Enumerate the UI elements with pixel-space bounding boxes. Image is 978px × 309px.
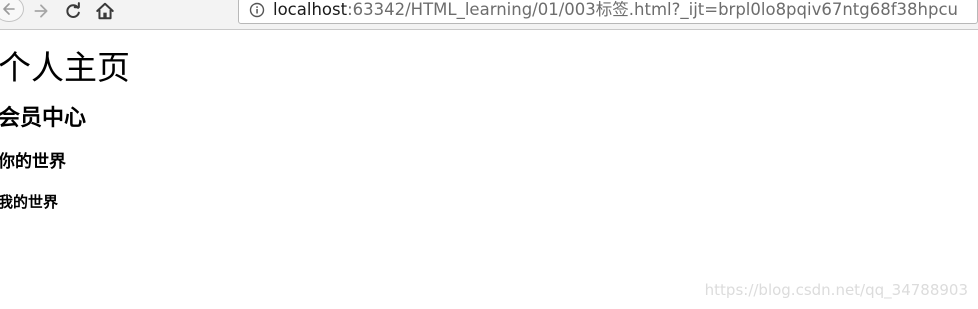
- forward-button[interactable]: [30, 0, 52, 22]
- reload-button[interactable]: [62, 0, 84, 22]
- arrow-right-icon: [34, 4, 48, 18]
- info-icon[interactable]: [249, 2, 265, 22]
- heading-4: 我的世界: [0, 193, 59, 211]
- address-bar[interactable]: localhost:63342/HTML_learning/01/003标签.h…: [238, 0, 978, 24]
- back-button[interactable]: [0, 0, 24, 22]
- arrow-left-icon: [3, 3, 15, 15]
- url-host: localhost: [273, 0, 348, 19]
- reload-icon: [66, 2, 80, 18]
- home-button[interactable]: [94, 0, 116, 22]
- url-text: localhost:63342/HTML_learning/01/003标签.h…: [273, 0, 958, 21]
- browser-toolbar: localhost:63342/HTML_learning/01/003标签.h…: [0, 0, 978, 30]
- watermark: https://blog.csdn.net/qq_34788903: [704, 281, 968, 299]
- heading-1: 个人主页: [0, 48, 130, 87]
- home-icon: [96, 2, 114, 20]
- heading-3: 你的世界: [0, 152, 66, 172]
- heading-2: 会员中心: [0, 106, 87, 131]
- page-content: 个人主页 会员中心 你的世界 我的世界 https://blog.csdn.ne…: [0, 30, 978, 309]
- url-path: :63342/HTML_learning/01/003标签.html?_ijt=…: [347, 0, 959, 19]
